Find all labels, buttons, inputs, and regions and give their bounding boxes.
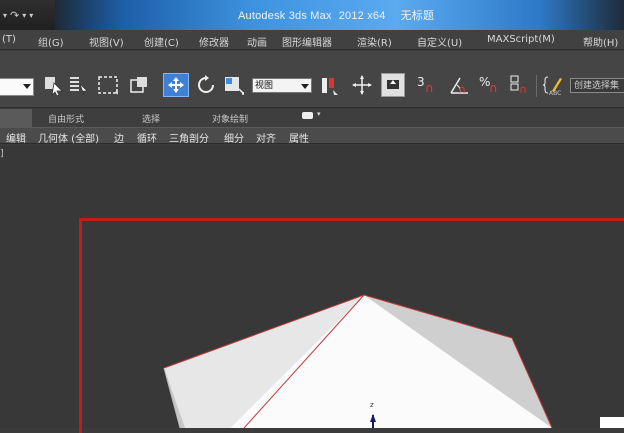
magnet-icon: ∩ [425, 81, 434, 95]
edit-named-selection-icon[interactable]: ABC [542, 73, 564, 97]
window-crossing-icon[interactable] [128, 73, 150, 97]
viewport-active-border [79, 218, 624, 433]
magnet-icon: ∩ [458, 83, 466, 96]
viewport-perspective[interactable]: ] z [0, 145, 624, 433]
menu-item-rendering[interactable]: 渲染(R) [357, 34, 392, 49]
quick-access-toolbar: ▾ ↷ ▾ ▾ [0, 6, 56, 24]
select-and-manipulate-icon[interactable] [350, 73, 372, 97]
menu-item-customize[interactable]: 自定义(U) [417, 34, 462, 49]
select-object-icon[interactable] [42, 73, 64, 97]
menu-item-create[interactable]: 创建(C) [144, 34, 179, 49]
title-bar: ▾ ↷ ▾ ▾ Autodesk 3ds Max 2012 x64 无标题 [0, 0, 624, 30]
ribbon-tab-bar: 自由形式 选择 对象绘制 ▾ [0, 109, 624, 127]
menu-item-help[interactable]: 帮助(H) [583, 34, 618, 49]
chevron-down-icon [301, 84, 309, 89]
title-app-name: Autodesk 3ds Max [238, 10, 332, 22]
panel-triangulation[interactable]: 三角剖分 [169, 130, 209, 145]
title-document-name: 无标题 [400, 10, 435, 22]
menu-item-graph-editors[interactable]: 图形编辑器 [282, 34, 332, 49]
menu-bar: (T) 组(G) 视图(V) 创建(C) 修改器 动画 图形编辑器 渲染(R) … [0, 30, 624, 50]
menu-item-animation[interactable]: 动画 [247, 34, 267, 49]
spinner-snap-icon: ∩ [510, 75, 527, 96]
reference-coordinate-dropdown[interactable]: 视图 [252, 78, 312, 93]
tab-object-paint[interactable]: 对象绘制 [212, 112, 248, 125]
panel-subdivision[interactable]: 细分 [224, 130, 244, 145]
menu-item-modifiers[interactable]: 修改器 [199, 34, 229, 49]
snaps-toggle-button[interactable]: 3 ∩ [415, 73, 437, 97]
menu-item-group[interactable]: 组(G) [38, 34, 64, 49]
redo-icon[interactable]: ↷ [10, 9, 19, 22]
pivot-center-icon[interactable] [318, 73, 340, 97]
panel-edges[interactable]: 边 [114, 130, 124, 145]
panel-geometry-all[interactable]: 几何体 (全部) [38, 130, 99, 145]
panel-loops[interactable]: 循环 [137, 130, 157, 145]
select-and-move-button[interactable] [163, 73, 189, 97]
svg-text:∩: ∩ [519, 83, 527, 96]
menu-item-tools[interactable]: (T) [2, 34, 16, 45]
dropdown-arrow-icon[interactable]: ▾ [3, 11, 7, 20]
tab-freeform[interactable]: 自由形式 [48, 112, 84, 125]
move-icon [168, 77, 184, 93]
selection-filter-dropdown[interactable] [0, 78, 34, 96]
chevron-down-icon[interactable]: ▾ [317, 110, 321, 118]
angle-snap-button[interactable]: ∩ [448, 73, 470, 97]
named-selection-set-field[interactable]: 创建选择集 [570, 78, 624, 93]
chevron-down-icon [23, 84, 31, 89]
toolbar-separator [536, 75, 537, 97]
menu-item-maxscript[interactable]: MAXScript(M) [487, 34, 555, 45]
svg-text:ABC: ABC [549, 90, 561, 97]
magnet-icon: ∩ [489, 81, 498, 95]
panel-align[interactable]: 对齐 [256, 130, 276, 145]
panel-edit[interactable]: 编辑 [6, 130, 26, 145]
snap-dimension-label: 3 [417, 75, 425, 89]
menu-item-views[interactable]: 视图(V) [89, 34, 124, 49]
ribbon-panel-bar: 编辑 几何体 (全部) 边 循环 三角剖分 细分 对齐 属性 [0, 127, 624, 145]
keyboard-override-icon [387, 80, 399, 89]
ribbon-tab-graphite[interactable] [0, 109, 32, 127]
panel-properties[interactable]: 属性 [289, 130, 309, 145]
main-toolbar: 视图 3 ∩ ∩ % ∩ ∩ ABC 创建选择集 [0, 51, 624, 108]
spinner-snap-button[interactable]: ∩ [508, 73, 530, 97]
percent-snap-button[interactable]: % ∩ [479, 73, 501, 97]
scale-icon[interactable] [222, 73, 244, 97]
rotate-icon[interactable] [194, 73, 216, 97]
select-by-name-icon[interactable] [68, 73, 90, 97]
title-version: 2012 x64 [338, 10, 386, 22]
dropdown-arrow-icon[interactable]: ▾ [22, 11, 26, 20]
angle-snap-icon: ∩ [450, 77, 468, 96]
tab-selection[interactable]: 选择 [142, 112, 160, 125]
keyboard-shortcut-override-button[interactable] [381, 73, 405, 97]
ribbon-minimize-icon[interactable] [302, 112, 313, 119]
reference-coordinate-value: 视图 [255, 81, 274, 91]
window-title: Autodesk 3ds Max 2012 x64 无标题 [238, 7, 441, 23]
rectangular-selection-icon[interactable] [96, 73, 118, 97]
quick-access-more-icon[interactable]: ▾ [29, 11, 33, 20]
